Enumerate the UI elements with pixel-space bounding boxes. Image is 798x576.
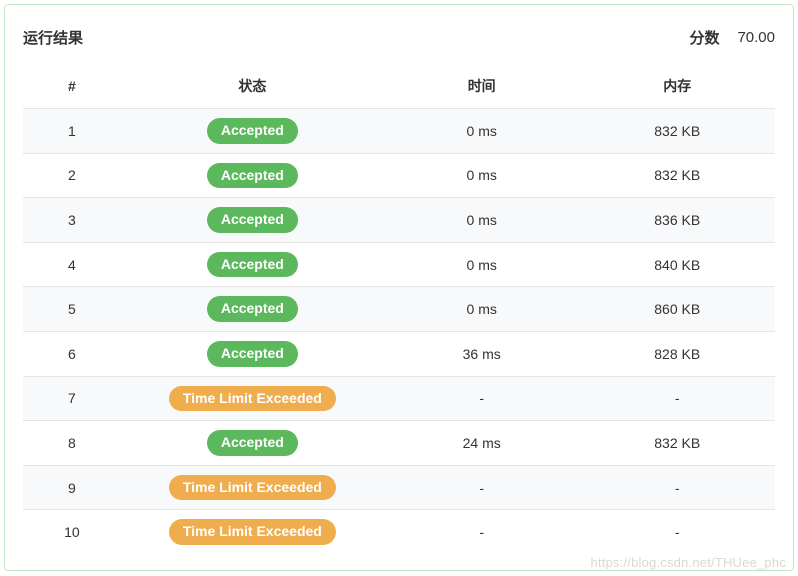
cell-memory: 832 KB (579, 109, 775, 154)
cell-num: 10 (23, 510, 121, 554)
cell-time: 24 ms (384, 421, 580, 466)
table-row: 9 Time Limit Exceeded -- (23, 465, 775, 510)
watermark: https://blog.csdn.net/THUee_phc (590, 555, 786, 570)
header-row: 运行结果 分数 70.00 (23, 27, 775, 48)
table-row: 8 Accepted 24 ms832 KB (23, 421, 775, 466)
cell-time: - (384, 376, 580, 421)
cell-time: - (384, 465, 580, 510)
cell-time: 36 ms (384, 331, 580, 376)
cell-status: Accepted (121, 153, 384, 198)
table-row: 2 Accepted 0 ms832 KB (23, 153, 775, 198)
col-header-time: 时间 (384, 66, 580, 109)
status-badge[interactable]: Time Limit Exceeded (169, 475, 336, 501)
col-header-num: # (23, 66, 121, 109)
cell-time: 0 ms (384, 198, 580, 243)
score-wrap: 分数 70.00 (689, 27, 775, 48)
table-row: 4 Accepted 0 ms840 KB (23, 242, 775, 287)
score-label: 分数 (689, 27, 719, 48)
score-value: 70.00 (737, 29, 775, 46)
cell-status: Time Limit Exceeded (121, 376, 384, 421)
col-header-status: 状态 (121, 66, 384, 109)
cell-num: 6 (23, 331, 121, 376)
cell-memory: 860 KB (579, 287, 775, 332)
cell-status: Time Limit Exceeded (121, 465, 384, 510)
cell-status: Time Limit Exceeded (121, 510, 384, 554)
cell-num: 4 (23, 242, 121, 287)
status-badge[interactable]: Time Limit Exceeded (169, 519, 336, 545)
cell-num: 1 (23, 109, 121, 154)
table-body: 1Accepted0 ms832 KB2Accepted0 ms832 KB3A… (23, 109, 775, 554)
result-card: 运行结果 分数 70.00 # 状态 时间 内存 1Accepted0 ms83… (4, 4, 794, 571)
table-row: 7 Time Limit Exceeded -- (23, 376, 775, 421)
cell-num: 3 (23, 198, 121, 243)
status-badge[interactable]: Accepted (207, 296, 298, 322)
cell-memory: 836 KB (579, 198, 775, 243)
page-title: 运行结果 (23, 27, 83, 48)
cell-memory: - (579, 376, 775, 421)
cell-status: Accepted (121, 198, 384, 243)
results-table: # 状态 时间 内存 1Accepted0 ms832 KB2Accepted0… (23, 66, 775, 554)
cell-status: Accepted (121, 287, 384, 332)
cell-num: 5 (23, 287, 121, 332)
cell-memory: 828 KB (579, 331, 775, 376)
status-badge[interactable]: Accepted (207, 163, 298, 189)
status-badge[interactable]: Accepted (207, 430, 298, 456)
cell-num: 2 (23, 153, 121, 198)
cell-time: - (384, 510, 580, 554)
cell-time: 0 ms (384, 287, 580, 332)
status-badge[interactable]: Accepted (207, 341, 298, 367)
table-row: 1 Accepted 0 ms832 KB (23, 109, 775, 154)
table-row: 3 Accepted 0 ms836 KB (23, 198, 775, 243)
table-row: 10 Time Limit Exceeded -- (23, 510, 775, 554)
status-badge[interactable]: Time Limit Exceeded (169, 386, 336, 412)
cell-num: 7 (23, 376, 121, 421)
cell-num: 9 (23, 465, 121, 510)
cell-memory: - (579, 510, 775, 554)
cell-status: Accepted (121, 421, 384, 466)
cell-status: Accepted (121, 331, 384, 376)
col-header-memory: 内存 (579, 66, 775, 109)
cell-memory: - (579, 465, 775, 510)
table-row: 6 Accepted 36 ms828 KB (23, 331, 775, 376)
status-badge[interactable]: Accepted (207, 118, 298, 144)
table-header-row: # 状态 时间 内存 (23, 66, 775, 109)
cell-time: 0 ms (384, 153, 580, 198)
cell-memory: 832 KB (579, 421, 775, 466)
status-badge[interactable]: Accepted (207, 252, 298, 278)
cell-memory: 832 KB (579, 153, 775, 198)
cell-time: 0 ms (384, 109, 580, 154)
table-row: 5 Accepted 0 ms860 KB (23, 287, 775, 332)
status-badge[interactable]: Accepted (207, 207, 298, 233)
cell-time: 0 ms (384, 242, 580, 287)
cell-memory: 840 KB (579, 242, 775, 287)
cell-status: Accepted (121, 109, 384, 154)
cell-status: Accepted (121, 242, 384, 287)
cell-num: 8 (23, 421, 121, 466)
